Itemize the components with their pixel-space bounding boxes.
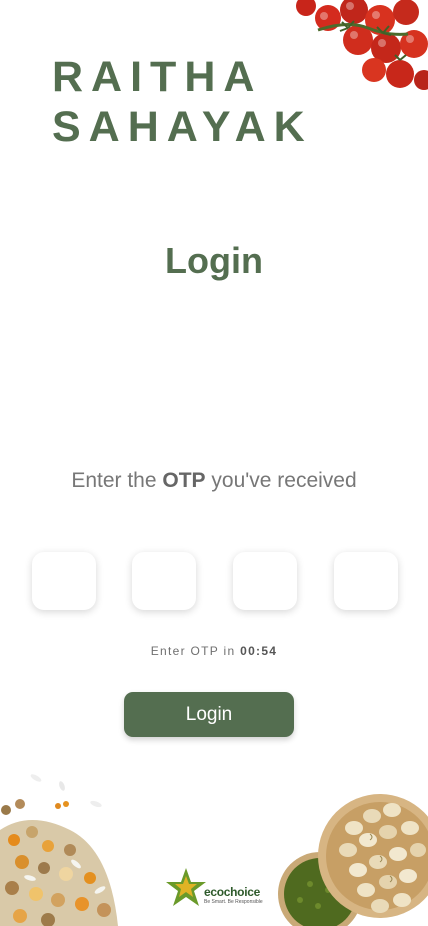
otp-timer-countdown: 00:54: [240, 644, 278, 658]
otp-digit-3[interactable]: [233, 552, 297, 610]
otp-digit-2[interactable]: [132, 552, 196, 610]
page-title: Login: [165, 240, 263, 281]
brand-line-2: SAHAYAK: [52, 103, 313, 151]
grains-image: [0, 774, 118, 926]
otp-prompt: Enter the OTP you've received: [0, 469, 428, 493]
app-brand-title: RAITHA SAHAYAK: [52, 52, 313, 152]
otp-timer: Enter OTP in 00:54: [0, 644, 428, 658]
ecochoice-name: ecochoice: [204, 885, 260, 899]
pistachio-bowl-image: [278, 794, 428, 926]
ecochoice-star-icon: [166, 868, 206, 906]
ecochoice-tagline: Be Smart. Be Responsible: [204, 899, 263, 905]
otp-input-group: [32, 552, 398, 610]
otp-prompt-prefix: Enter the: [71, 469, 157, 492]
otp-digit-1[interactable]: [32, 552, 96, 610]
brand-line-1: RAITHA: [52, 53, 263, 101]
ecochoice-logo: ecochoice Be Smart. Be Responsible: [164, 866, 264, 912]
otp-prompt-bold: OTP: [162, 469, 206, 492]
otp-timer-label: Enter OTP in: [150, 644, 236, 658]
otp-prompt-suffix: you've received: [211, 469, 357, 492]
login-button[interactable]: Login: [124, 692, 294, 737]
otp-digit-4[interactable]: [334, 552, 398, 610]
